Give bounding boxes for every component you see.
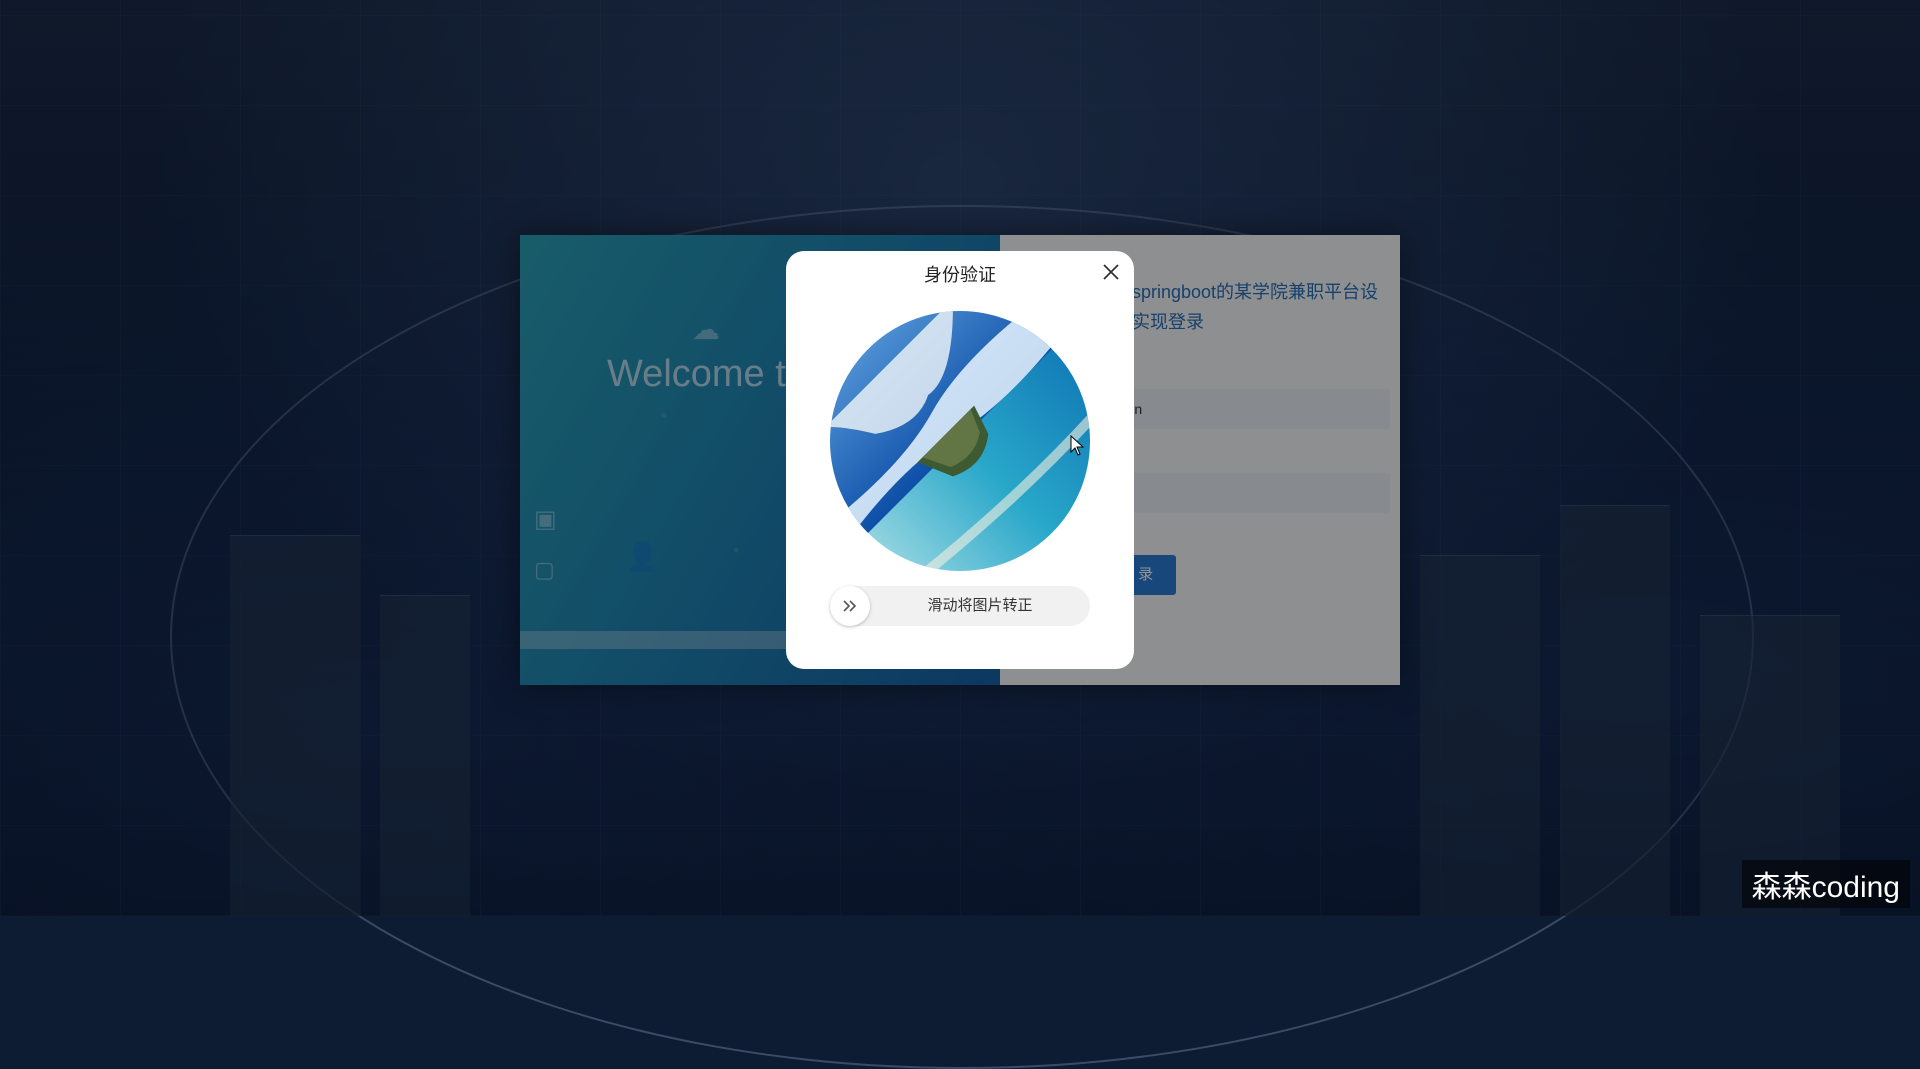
close-button[interactable]: [1098, 259, 1124, 285]
rotate-slider[interactable]: 滑动将图片转正: [830, 586, 1090, 626]
close-icon: [1103, 264, 1119, 280]
captcha-picture: [830, 311, 1090, 571]
double-chevron-right-icon: [843, 600, 857, 612]
slider-hint: 滑动将图片转正: [927, 597, 1033, 614]
modal-title: 身份验证: [924, 265, 996, 285]
mouse-cursor-icon: [1070, 435, 1085, 456]
verification-modal: 身份验证 滑动将图片转正: [786, 251, 1134, 669]
slider-handle[interactable]: [830, 586, 870, 626]
rotate-captcha-image: [830, 311, 1090, 571]
watermark: 森森coding: [1741, 860, 1910, 908]
